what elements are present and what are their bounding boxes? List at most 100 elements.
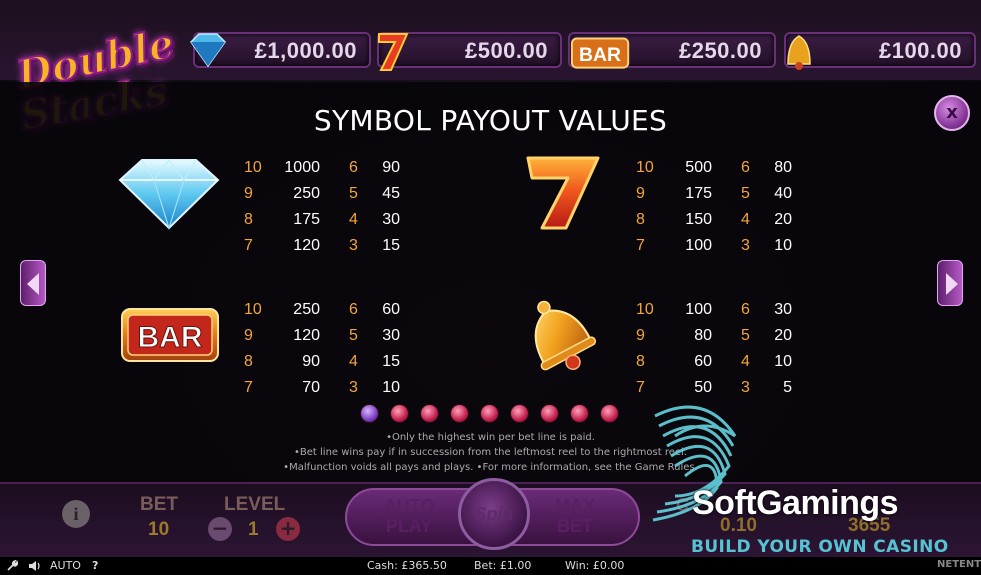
symbol-count: 9 [244,185,253,202]
level-decrease-button[interactable]: − [208,517,232,541]
symbol-count: 7 [636,379,645,396]
spin-button[interactable]: Spin [458,478,530,550]
level-value: 1 [248,519,259,540]
symbol-count: 3 [741,237,750,254]
paytable-row: 7 70 3 10 [244,379,404,405]
symbol-count: 6 [741,301,750,318]
level-increase-button[interactable]: + [276,517,300,541]
symbol-count: 8 [636,353,645,370]
payout-value: 10 [774,237,792,254]
paytable-row: 10 100 6 30 [636,301,796,327]
symbol-count: 5 [349,185,358,202]
payout-value: 60 [382,301,400,318]
symbol-count: 7 [244,237,253,254]
paytable-title: SYMBOL PAYOUT VALUES [313,104,668,137]
symbol-count: 5 [741,327,750,344]
page-dot[interactable] [510,404,529,423]
paytable-row: 8 150 4 20 [636,211,796,237]
settings-wrench-icon[interactable] [6,560,18,572]
page-dot[interactable] [390,404,409,423]
payout-value: 120 [293,327,320,344]
symbol-count: 9 [636,185,645,202]
payout-value: 1000 [284,159,320,176]
paytable-row: 9 80 5 20 [636,327,796,353]
next-page-button[interactable] [937,260,963,306]
payout-value: 175 [685,185,712,202]
info-button[interactable]: i [62,500,90,528]
paytable-row: 8 90 4 15 [244,353,404,379]
page-dot[interactable] [360,404,379,423]
close-button[interactable]: x [934,95,970,131]
symbol-count: 4 [741,211,750,228]
payout-value: 80 [694,327,712,344]
symbol-count: 7 [636,237,645,254]
payout-value: 150 [685,211,712,228]
jackpot-seven: £500.00 [377,32,562,71]
seven-icon [526,156,600,230]
auto-play-button[interactable]: AUTO PLAY [372,496,446,536]
game-screen: £1,000.00 £500.00 BAR £250.00 £100.00 Do… [0,0,981,575]
symbol-count: 6 [741,159,750,176]
watermark-title: SoftGamings [692,484,899,522]
symbol-count: 8 [636,211,645,228]
payout-value: 70 [302,379,320,396]
seven-paytable: 10 500 6 80 9 175 5 40 8 150 4 20 7 100 3 10 [636,159,796,263]
symbol-count: 6 [349,159,358,176]
bar-paytable: 10 250 6 60 9 120 5 30 8 90 4 15 7 70 3 10 [244,301,404,405]
previous-page-button[interactable] [20,260,46,306]
paytable-row: 10 250 6 60 [244,301,404,327]
symbol-count: 10 [244,159,262,176]
payout-value: 15 [382,353,400,370]
payout-value: 50 [694,379,712,396]
payout-value: 45 [382,185,400,202]
payout-value: 100 [685,301,712,318]
payout-value: 40 [774,185,792,202]
symbol-count: 4 [349,211,358,228]
bet-readout: Bet: £1.00 [474,559,532,572]
page-dot[interactable] [540,404,559,423]
symbol-count: 3 [349,379,358,396]
payout-value: 250 [293,185,320,202]
symbol-count: 6 [349,301,358,318]
payout-value: 30 [382,211,400,228]
jackpot-diamond: £1,000.00 [190,32,371,68]
payout-value: 90 [382,159,400,176]
level-label: LEVEL [224,494,286,515]
payout-value: 5 [783,379,792,396]
payout-value: 20 [774,327,792,344]
page-dot[interactable] [420,404,439,423]
seven-icon [378,33,409,71]
help-button[interactable]: ? [92,559,98,572]
paytable-row: 9 250 5 45 [244,185,404,211]
bell-icon [787,35,811,70]
symbol-count: 9 [636,327,645,344]
win-readout: Win: £0.00 [565,559,625,572]
jackpot-value: £100.00 [878,38,962,63]
jackpot-value: £1,000.00 [254,38,357,63]
paytable-row: 8 175 4 30 [244,211,404,237]
paytable-row: 7 100 3 10 [636,237,796,263]
payout-value: 120 [293,237,320,254]
max-bet-button[interactable]: MAX BET [540,496,610,536]
symbol-count: 9 [244,327,253,344]
page-dot[interactable] [480,404,499,423]
bar-symbol-label: BAR [138,321,203,354]
payout-value: 90 [302,353,320,370]
page-dot[interactable] [570,404,589,423]
page-dot[interactable] [450,404,469,423]
page-dot[interactable] [600,404,619,423]
payout-value: 15 [382,237,400,254]
payout-value: 60 [694,353,712,370]
paytable-row: 10 1000 6 90 [244,159,404,185]
bar-icon: BAR [121,308,219,362]
sound-icon[interactable] [28,560,42,572]
jackpot-bar-symbol: BAR £250.00 [568,32,776,69]
payout-value: 10 [382,379,400,396]
auto-status-button[interactable]: AUTO [50,559,81,572]
symbol-count: 10 [636,301,654,318]
payout-value: 30 [774,301,792,318]
jackpot-value: £500.00 [464,38,548,63]
paytable-row: 8 60 4 10 [636,353,796,379]
payout-value: 500 [685,159,712,176]
payout-value: 10 [774,353,792,370]
